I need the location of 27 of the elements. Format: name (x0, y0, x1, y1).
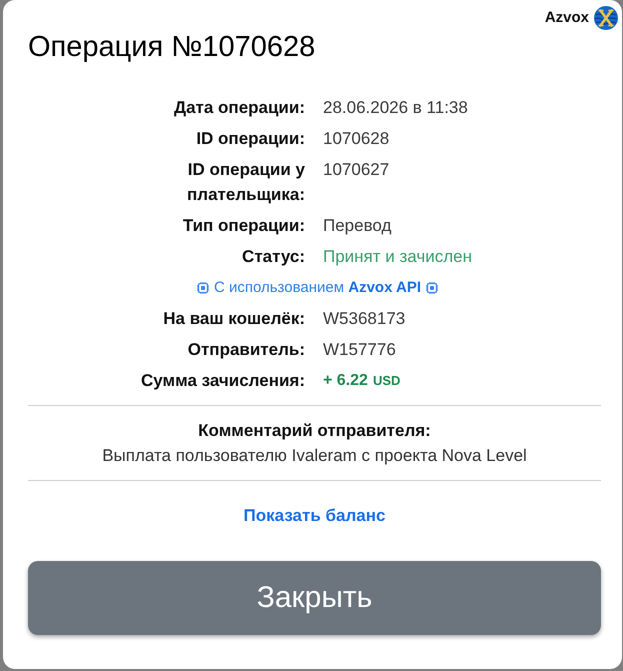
api-note: С использованием Azvox API (214, 278, 422, 298)
chip-icon (196, 282, 209, 294)
detail-label: Статус: (242, 246, 305, 268)
show-balance-link[interactable]: Показать баланс (244, 504, 386, 528)
detail-label: На ваш кошелёк: (163, 308, 305, 330)
detail-value: 1070627 (323, 159, 390, 181)
detail-label: Сумма зачисления: (141, 370, 305, 392)
currency-label: USD (372, 372, 400, 390)
detail-value: 1070628 (323, 128, 390, 150)
detail-label: Дата операции: (174, 97, 305, 119)
dialog-title: Операция №1070628 (28, 30, 316, 64)
logo-icon (594, 6, 618, 30)
detail-value: W157776 (323, 339, 396, 361)
detail-label: ID операции у плательщика: (186, 159, 305, 206)
detail-label: Тип операции: (182, 215, 305, 237)
comment-text: Выплата пользователю Ivaleram с проекта Nova Level (101, 445, 528, 467)
chip-icon (426, 282, 438, 294)
detail-value: Перевод (323, 215, 392, 237)
detail-label: Отправитель: (188, 339, 305, 361)
detail-value: 28.06.2026 в 11:38 (323, 97, 468, 119)
detail-value: W5368173 (323, 308, 406, 330)
detail-label: ID операции: (196, 128, 305, 150)
comment-heading: Комментарий отправителя: (197, 420, 432, 442)
amount-value: + 6.22 (323, 371, 368, 391)
status-value: Принят и зачислен (323, 246, 472, 268)
close-button[interactable]: Закрыть (28, 561, 601, 635)
brand-name: Azvox (544, 9, 589, 27)
